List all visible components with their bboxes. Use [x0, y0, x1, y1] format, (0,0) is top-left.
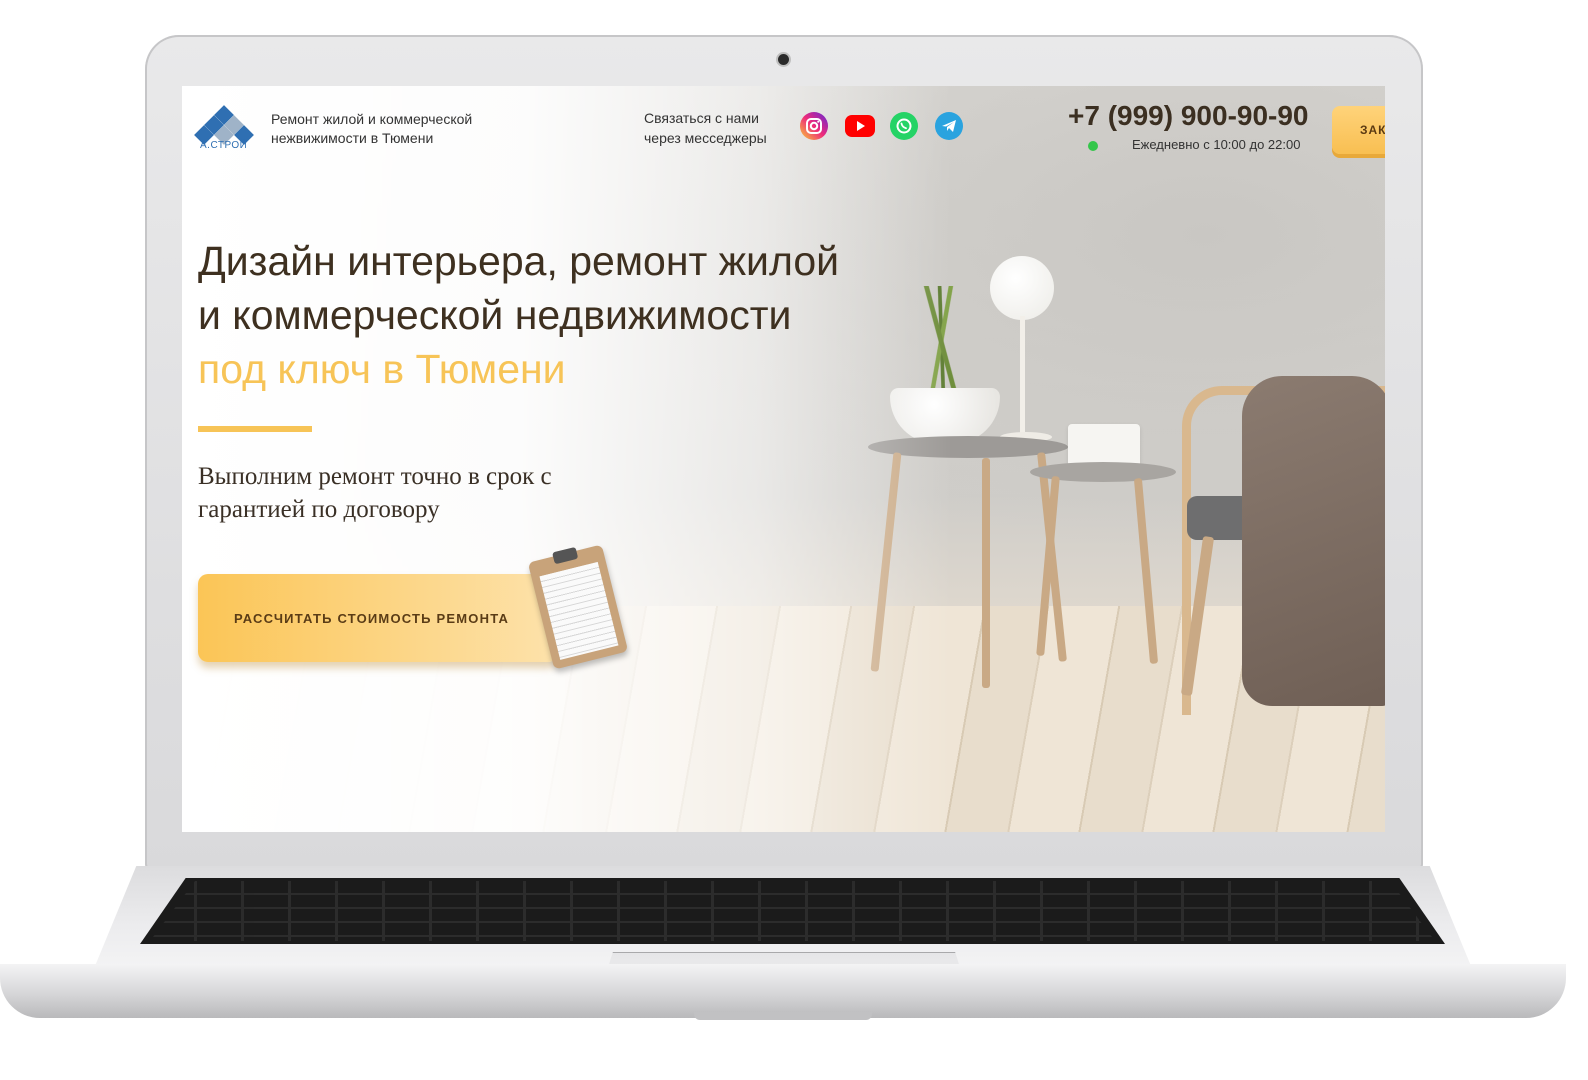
working-hours: Ежедневно с 10:00 до 22:00: [1132, 137, 1301, 152]
online-status-icon: [1088, 141, 1098, 151]
laptop-base: [0, 866, 1566, 1026]
hero-headline-line: и коммерческой недвижимости: [198, 292, 792, 338]
keyboard-keys: [150, 881, 1435, 941]
instagram-icon[interactable]: [800, 112, 828, 140]
messenger-contact-label: Связаться с нами через месседжеры: [644, 110, 767, 146]
phone-number[interactable]: +7 (999) 900-90-90: [1068, 100, 1309, 132]
accent-divider: [198, 426, 312, 432]
calculate-cost-button[interactable]: РАССЧИТАТЬ СТОИМОСТЬ РЕМОНТА: [198, 574, 558, 662]
hero-gradient-overlay: [182, 86, 1385, 832]
calculate-cost-button-label: РАССЧИТАТЬ СТОИМОСТЬ РЕМОНТА: [234, 610, 510, 626]
order-call-button[interactable]: ЗАК: [1332, 106, 1385, 154]
laptop-screen: А.СТРОЙ Ремонт жилой и коммерческой нежв…: [182, 86, 1385, 832]
logo-caption: А.СТРОЙ: [200, 140, 248, 151]
youtube-icon[interactable]: [845, 115, 875, 137]
camera-icon: [778, 54, 789, 65]
hero-headline: Дизайн интерьера, ремонт жилой и коммерч…: [198, 234, 958, 396]
hero-headline-accent: под ключ в Тюмени: [198, 346, 566, 392]
hero-subline: Выполним ремонт точно в срок с гарантией…: [198, 463, 552, 523]
site-tagline: Ремонт жилой и коммерческой нежвижимости…: [271, 111, 473, 146]
whatsapp-icon[interactable]: [890, 112, 918, 140]
hero-headline-line: Дизайн интерьера, ремонт жилой: [198, 238, 840, 284]
telegram-icon[interactable]: [935, 112, 963, 140]
lid-notch: [694, 1012, 872, 1020]
